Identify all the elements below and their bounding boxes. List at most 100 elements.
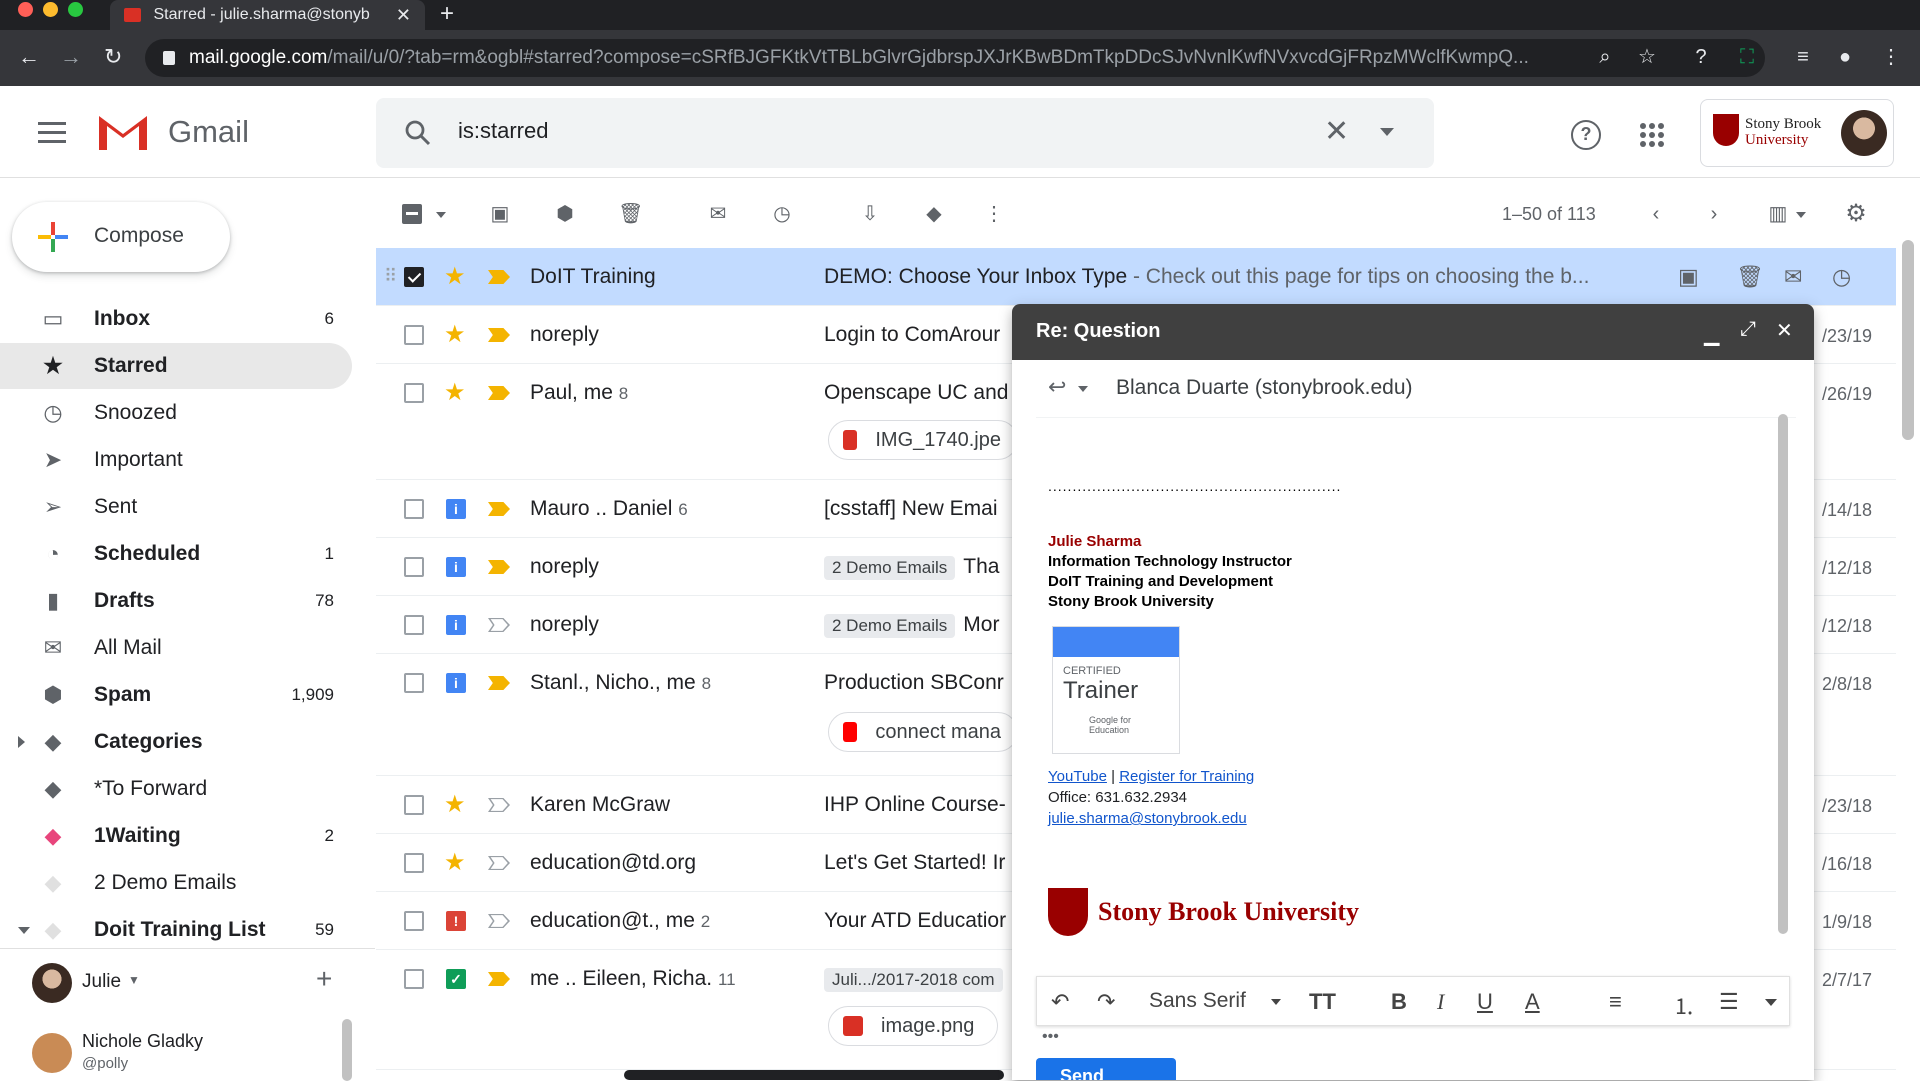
numbered-list-icon[interactable]: ⒈: [1673, 989, 1695, 1021]
star-icon[interactable]: ★: [444, 320, 466, 349]
compose-header[interactable]: Re: Question ▁ ⤢ ✕: [1012, 304, 1814, 360]
undo-icon[interactable]: ↶: [1051, 989, 1069, 1015]
hangouts-user-name[interactable]: Julie: [82, 971, 121, 993]
close-icon[interactable]: ✕: [1776, 318, 1793, 343]
select-all-checkbox[interactable]: [402, 204, 422, 224]
user-avatar[interactable]: [32, 963, 72, 1003]
star-icon[interactable]: ★: [444, 790, 466, 819]
compose-button[interactable]: Compose: [12, 202, 230, 272]
text-color-icon[interactable]: A: [1525, 989, 1540, 1015]
sidebar-item-categories[interactable]: ◆ Categories: [0, 719, 352, 765]
expand-icon[interactable]: ⤢: [1740, 318, 1756, 341]
mark-as-read-icon[interactable]: ✉: [706, 202, 730, 226]
sidebar-item-important[interactable]: ➤ Important: [0, 437, 352, 483]
email-row[interactable]: ⠿ ★ DoIT Training DEMO: Choose Your Inbo…: [376, 248, 1896, 306]
row-checkbox[interactable]: [404, 383, 424, 403]
account-switcher[interactable]: Stony Brook University: [1700, 99, 1894, 167]
zoom-icon[interactable]: ⌕: [1594, 46, 1616, 68]
page-scrollbar[interactable]: [1902, 240, 1914, 440]
attachment-chip[interactable]: image.png: [828, 1006, 998, 1046]
delete-icon[interactable]: 🗑: [1736, 264, 1764, 290]
important-marker-icon[interactable]: [488, 676, 510, 690]
chevron-down-icon[interactable]: [1271, 999, 1281, 1005]
new-tab-icon[interactable]: +: [440, 0, 454, 28]
important-marker-icon[interactable]: [488, 270, 510, 284]
contact-avatar[interactable]: [32, 1033, 72, 1073]
align-icon[interactable]: ≡: [1609, 989, 1622, 1015]
not-important-marker-icon[interactable]: [488, 618, 510, 632]
help-icon[interactable]: ?: [1571, 120, 1601, 150]
more-formatting-icon[interactable]: [1765, 999, 1777, 1006]
archive-icon[interactable]: ▣: [1678, 264, 1699, 290]
star-icon[interactable]: ★: [444, 848, 466, 877]
archive-icon[interactable]: ▣: [488, 202, 512, 226]
row-checkbox[interactable]: [404, 325, 424, 345]
underline-icon[interactable]: U: [1477, 989, 1493, 1015]
clear-search-icon[interactable]: ✕: [1324, 114, 1349, 149]
older-page-icon[interactable]: ‹: [1644, 202, 1668, 226]
star-icon[interactable]: ★: [444, 262, 466, 291]
extension-help-icon[interactable]: ?: [1690, 46, 1712, 68]
bookmark-star-icon[interactable]: ☆: [1636, 46, 1658, 68]
recipient-row[interactable]: ↩ Blanca Duarte (stonybrook.edu): [1036, 360, 1796, 418]
newer-page-icon[interactable]: ›: [1702, 202, 1726, 226]
reply-type-dropdown-icon[interactable]: [1078, 386, 1088, 392]
snooze-icon[interactable]: ◷: [1832, 264, 1851, 290]
row-checkbox[interactable]: [404, 795, 424, 815]
row-checkbox[interactable]: [404, 673, 424, 693]
screen-capture-icon[interactable]: ⛶: [1736, 46, 1758, 68]
row-checkbox[interactable]: [404, 267, 424, 287]
sidebar-item-to-forward[interactable]: ◆ *To Forward: [0, 766, 352, 812]
not-important-marker-icon[interactable]: [488, 856, 510, 870]
important-marker-icon[interactable]: [488, 502, 510, 516]
sidebar-item-drafts[interactable]: ▮ Drafts 78: [0, 578, 352, 624]
attachment-chip[interactable]: connect mana: [828, 712, 1018, 752]
search-bar[interactable]: ✕: [376, 98, 1434, 168]
attachment-chip[interactable]: IMG_1740.jpe: [828, 420, 1018, 460]
sidebar-item-2-demo-emails[interactable]: ◆ 2 Demo Emails: [0, 860, 352, 906]
reply-icon[interactable]: ↩: [1048, 374, 1066, 400]
info-badge-icon[interactable]: i: [446, 615, 466, 635]
compose-body[interactable]: ........................................…: [1036, 418, 1776, 938]
row-checkbox[interactable]: [404, 615, 424, 635]
important-marker-icon[interactable]: [488, 386, 510, 400]
back-icon[interactable]: ←: [18, 44, 40, 70]
new-chat-icon[interactable]: +: [316, 963, 332, 995]
redo-icon[interactable]: ↷: [1097, 989, 1115, 1015]
main-menu-icon[interactable]: [38, 122, 66, 149]
recipient-name[interactable]: Blanca Duarte (stonybrook.edu): [1116, 376, 1413, 400]
row-checkbox[interactable]: [404, 969, 424, 989]
delete-icon[interactable]: 🗑: [618, 202, 643, 226]
sidebar-item-inbox[interactable]: ▭ Inbox 6: [0, 296, 352, 342]
bold-icon[interactable]: B: [1391, 989, 1407, 1015]
checkmark-badge-icon[interactable]: ✓: [446, 969, 466, 989]
sidebar-item-scheduled[interactable]: ◔ Scheduled 1: [0, 531, 352, 577]
google-apps-icon[interactable]: [1640, 123, 1664, 147]
search-options-icon[interactable]: [1380, 128, 1394, 136]
chevron-down-icon[interactable]: ▼: [128, 973, 140, 987]
label-chip[interactable]: Juli.../2017-2018 com: [824, 968, 1003, 992]
sidebar-item-all-mail[interactable]: ✉ All Mail: [0, 625, 352, 671]
not-important-marker-icon[interactable]: [488, 914, 510, 928]
reload-icon[interactable]: ↻: [104, 44, 122, 70]
close-tab-icon[interactable]: ✕: [396, 5, 411, 26]
collapse-caret-icon[interactable]: [18, 926, 30, 934]
important-marker-icon[interactable]: [488, 972, 510, 986]
sidebar-scrollbar[interactable]: [342, 1019, 352, 1081]
sidebar-item-spam[interactable]: ⬢ Spam 1,909: [0, 672, 352, 718]
horizontal-scrollbar[interactable]: [624, 1070, 1004, 1080]
sidebar-item-1waiting[interactable]: ◆ 1Waiting 2: [0, 813, 352, 859]
info-badge-icon[interactable]: i: [446, 499, 466, 519]
minimize-icon[interactable]: ▁: [1704, 322, 1719, 347]
zoom-window-button[interactable]: [68, 2, 83, 17]
minimize-window-button[interactable]: [43, 2, 58, 17]
snooze-icon[interactable]: ◷: [770, 202, 794, 226]
important-marker-icon[interactable]: [488, 328, 510, 342]
expand-caret-icon[interactable]: [18, 736, 25, 748]
report-spam-icon[interactable]: ⬢: [553, 202, 577, 226]
sidebar-item-doit-training-list[interactable]: ◆ Doit Training List 59: [0, 907, 352, 953]
mark-as-read-icon[interactable]: ✉: [1784, 264, 1802, 290]
signature-email-link[interactable]: julie.sharma@stonybrook.edu: [1048, 808, 1254, 829]
sidebar-item-starred[interactable]: ★ Starred: [0, 343, 352, 389]
exclamation-badge-icon[interactable]: !: [446, 911, 466, 931]
